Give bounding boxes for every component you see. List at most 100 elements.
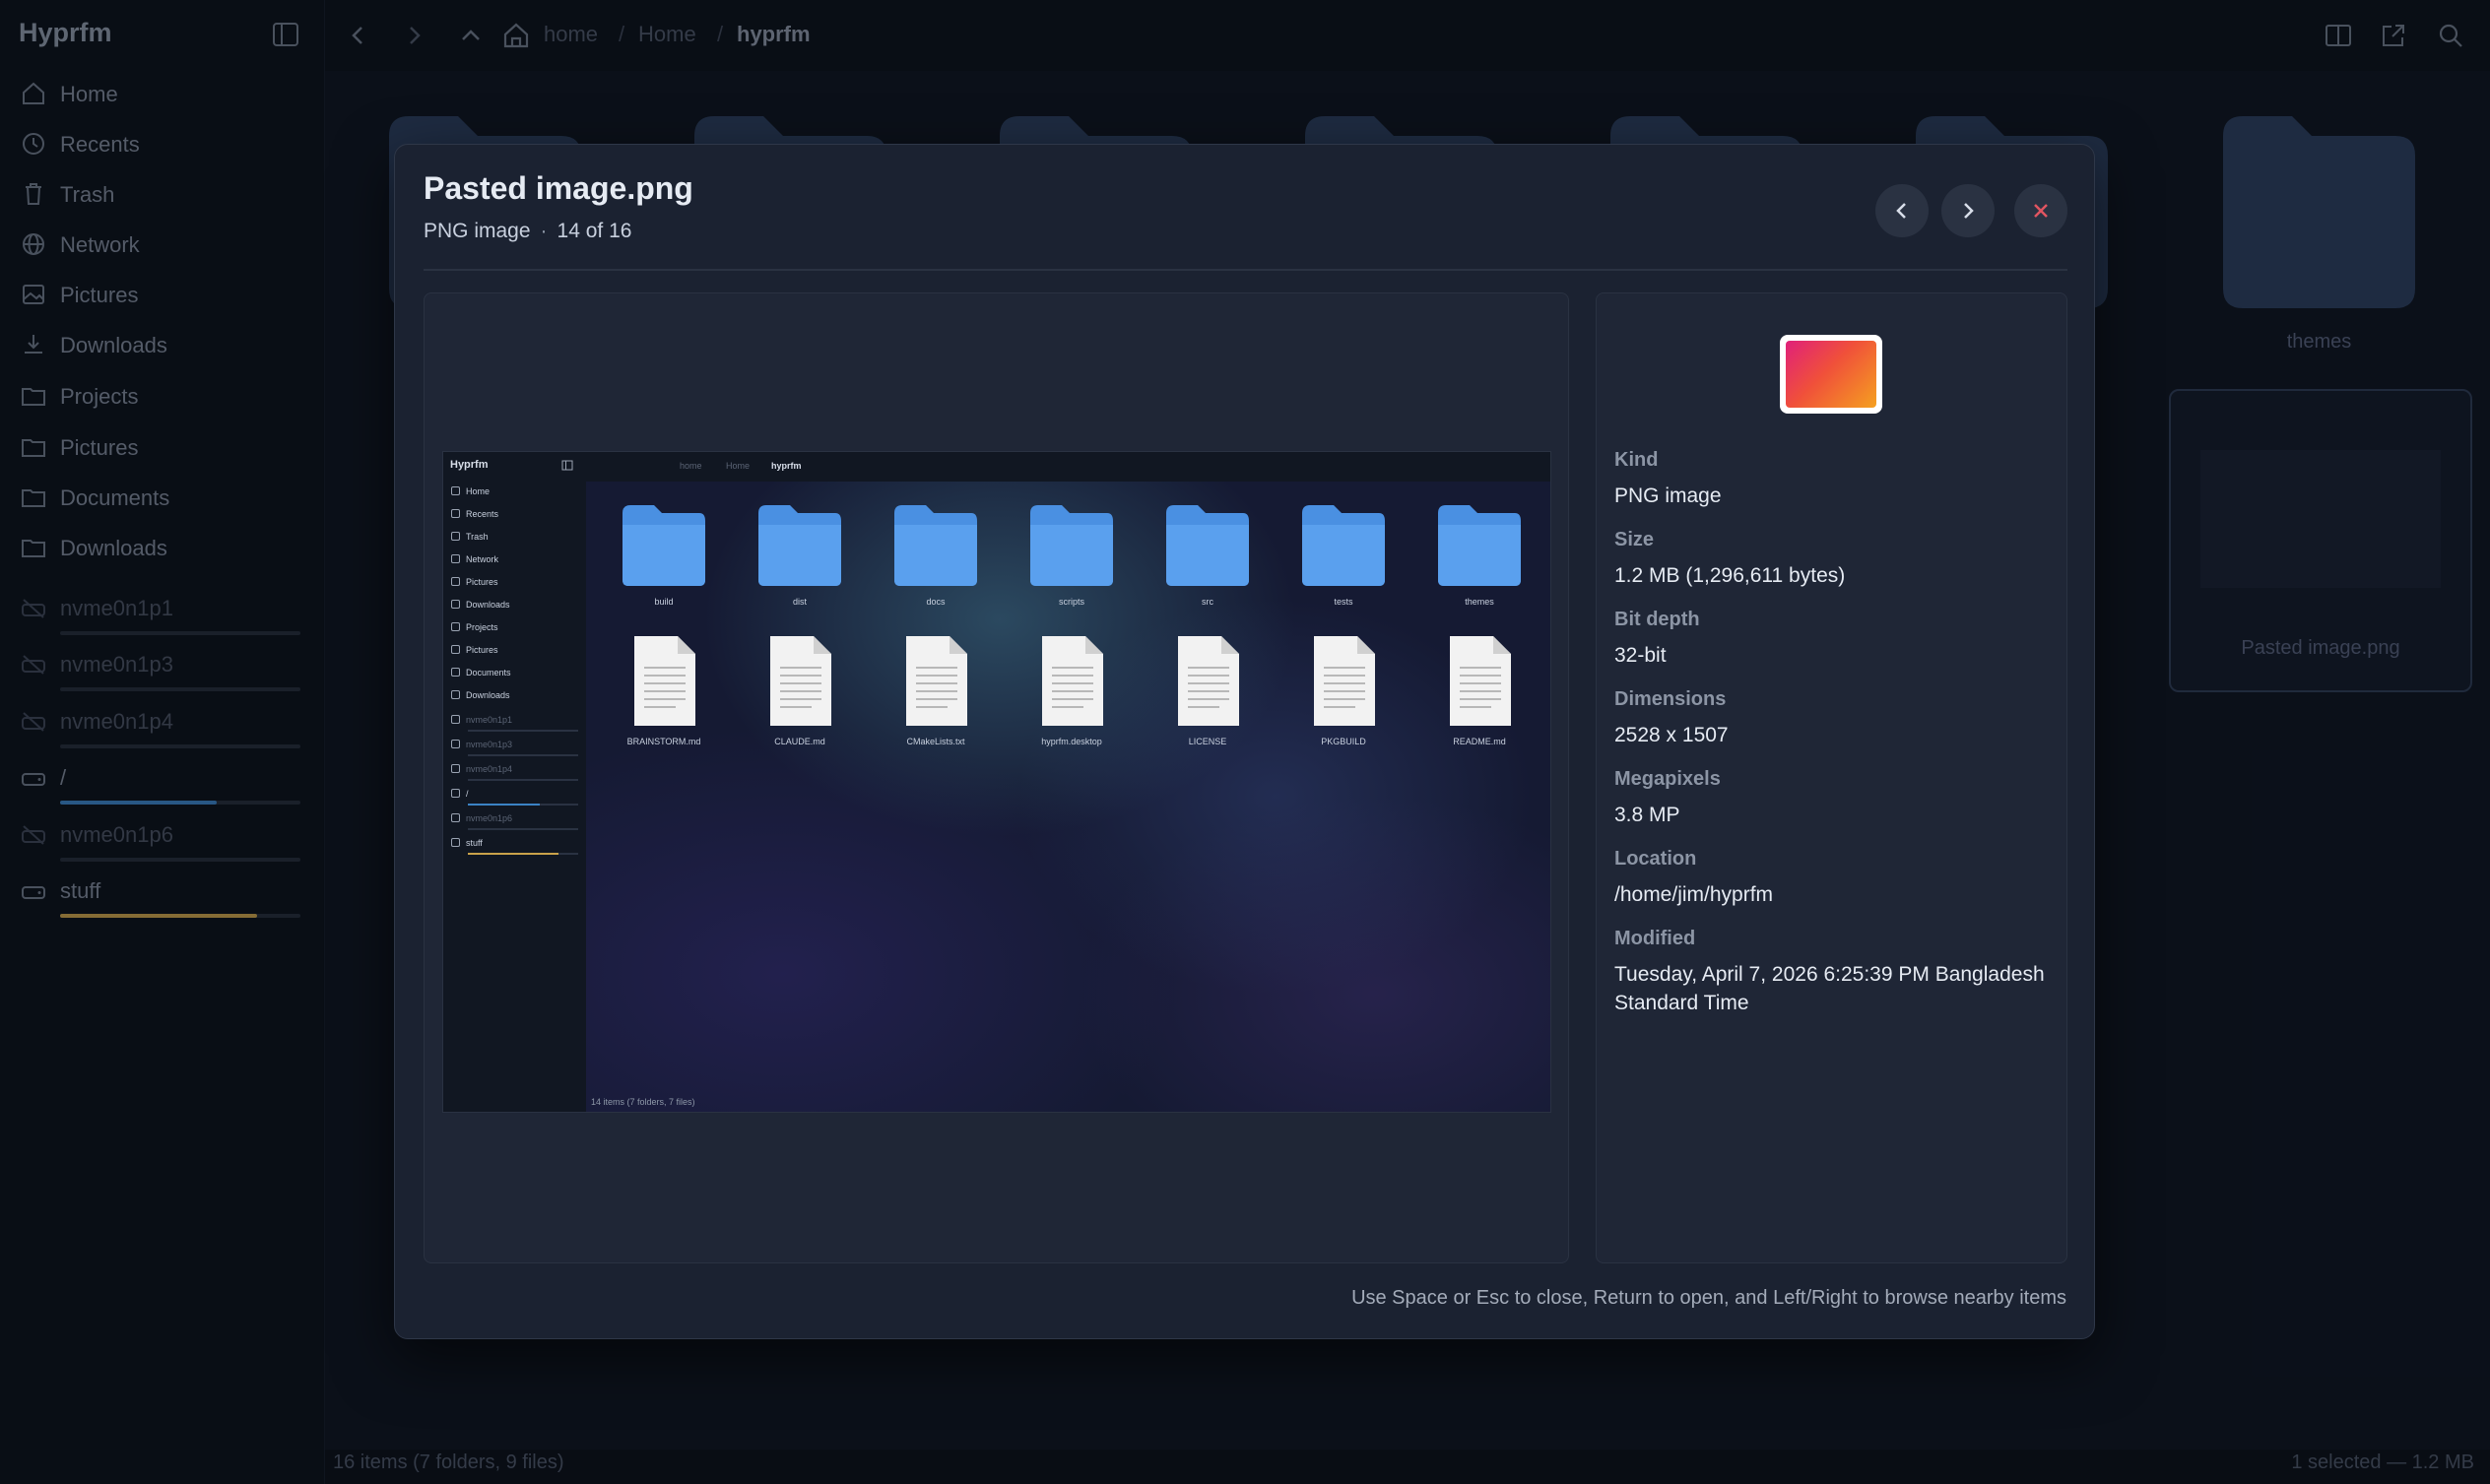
- thumb-folder-label: themes: [1465, 597, 1494, 607]
- thumb-file-item: CMakeLists.txt: [892, 634, 979, 746]
- file-type-icon: [1780, 335, 1882, 414]
- folder-icon: [622, 505, 705, 586]
- thumb-drive-bar: [468, 853, 578, 855]
- thumb-globe-icon: [451, 554, 460, 563]
- thumb-drive-label: stuff: [466, 838, 483, 848]
- folder-icon: [1438, 505, 1521, 586]
- preview-title: Pasted image.png: [424, 170, 693, 206]
- thumb-drive-bar: [468, 804, 578, 806]
- thumb-drive-item: nvme0n1p6: [451, 813, 512, 823]
- thumb-sidebar-item: Pictures: [451, 577, 498, 587]
- document-icon: [634, 636, 695, 726]
- thumb-drive-label: nvme0n1p4: [466, 764, 513, 774]
- thumb-folder-item: docs: [892, 501, 979, 607]
- detail-label: Size: [1614, 529, 1655, 550]
- thumb-file-item: PKGBUILD: [1300, 634, 1387, 746]
- thumb-breadcrumb-home: home: [680, 461, 702, 471]
- thumb-drive-label: /: [466, 789, 469, 799]
- thumb-clock-icon: [451, 509, 460, 518]
- thumb-sidebar-label: Downloads: [466, 600, 510, 610]
- thumb-trash-icon: [451, 532, 460, 541]
- thumb-drive-icon: [451, 715, 460, 724]
- detail-label: Location: [1614, 848, 1697, 870]
- thumb-folder-label: tests: [1334, 597, 1353, 607]
- thumb-file-item: CLAUDE.md: [756, 634, 843, 746]
- thumb-sidebar-label: Documents: [466, 668, 511, 677]
- folder-icon: [894, 505, 977, 586]
- thumb-download-icon: [451, 600, 460, 609]
- thumb-file-label: BRAINSTORM.md: [626, 737, 701, 746]
- thumb-drive-bar: [468, 754, 578, 756]
- thumb-drive-label: nvme0n1p1: [466, 715, 513, 725]
- detail-label: Megapixels: [1614, 768, 1721, 790]
- thumb-sidebar-toggle-icon: [561, 460, 573, 471]
- thumb-file-label: LICENSE: [1188, 737, 1227, 746]
- chevron-right-icon: [1964, 203, 1974, 219]
- thumb-folder-icon: [451, 645, 460, 654]
- thumb-file-label: PKGBUILD: [1321, 737, 1366, 746]
- thumb-drive-bar: [468, 779, 578, 781]
- thumb-drive-item: nvme0n1p4: [451, 764, 512, 774]
- thumb-home-icon: [451, 486, 460, 495]
- thumb-drive-icon: [451, 838, 460, 847]
- detail-value: Tuesday, April 7, 2026 6:25:39 PM Bangla…: [1614, 963, 2045, 1014]
- thumb-drive-item: stuff: [451, 838, 483, 848]
- folder-icon: [1302, 505, 1385, 586]
- thumb-file-item: hyprfm.desktop: [1028, 634, 1115, 746]
- thumb-file-label: README.md: [1453, 737, 1506, 746]
- thumb-drive-fill: [468, 804, 540, 806]
- document-icon: [1042, 636, 1103, 726]
- thumb-folder-label: scripts: [1058, 597, 1084, 607]
- chevron-left-icon: [1896, 203, 1906, 219]
- folder-icon: [1030, 505, 1113, 586]
- separator-dot: ·: [540, 220, 548, 242]
- thumb-folder-icon: [451, 622, 460, 631]
- thumb-sidebar-item: Downloads: [451, 600, 510, 610]
- thumb-folder-icon: [451, 668, 460, 677]
- thumb-sidebar-item: Home: [451, 486, 490, 496]
- thumb-sidebar-label: Pictures: [466, 645, 498, 655]
- quick-preview-dialog: Pasted image.png PNG image · 14 of 16 Hypr…: [394, 144, 2095, 1339]
- preview-image: Hyprfm Home Recents Trash Network Pictur…: [442, 451, 1551, 1113]
- thumb-folder-item: themes: [1436, 501, 1523, 607]
- thumb-breadcrumb-current: hyprfm: [771, 461, 802, 471]
- detail-value: PNG image: [1614, 484, 1722, 507]
- preview-kind: PNG image: [424, 220, 531, 242]
- thumb-image-icon: [451, 577, 460, 586]
- thumb-sidebar-item: Documents: [451, 668, 511, 677]
- detail-value: 32-bit: [1614, 644, 1667, 667]
- thumb-header: home Home hyprfm: [586, 452, 1550, 482]
- document-icon: [1314, 636, 1375, 726]
- document-icon: [770, 636, 831, 726]
- detail-value: 3.8 MP: [1614, 804, 1680, 826]
- thumb-drive-icon: [451, 764, 460, 773]
- thumb-drive-icon: [451, 789, 460, 798]
- thumb-folder-item: tests: [1300, 501, 1387, 607]
- detail-value: /home/jim/hyprfm: [1614, 883, 1774, 906]
- thumb-sidebar: Hyprfm Home Recents Trash Network Pictur…: [443, 452, 586, 1112]
- next-button[interactable]: [1941, 184, 1995, 237]
- document-icon: [1450, 636, 1511, 726]
- thumb-breadcrumb-Home: Home: [726, 461, 751, 471]
- divider: [424, 269, 2067, 271]
- thumb-folder-label: dist: [792, 597, 807, 607]
- thumb-drive-label: nvme0n1p3: [466, 740, 513, 749]
- thumb-file-item: BRAINSTORM.md: [621, 634, 707, 746]
- close-button[interactable]: [2014, 184, 2067, 237]
- thumb-folder-item: src: [1164, 501, 1251, 607]
- thumb-sidebar-label: Recents: [466, 509, 499, 519]
- keyboard-hint: Use Space or Esc to close, Return to ope…: [1351, 1287, 2066, 1309]
- thumb-sidebar-item: Pictures: [451, 645, 498, 655]
- thumb-sidebar-label: Projects: [466, 622, 498, 632]
- thumb-sidebar-item: Downloads: [451, 690, 510, 700]
- detail-label: Kind: [1614, 449, 1659, 471]
- detail-value: 2528 x 1507: [1614, 724, 1729, 746]
- document-icon: [1178, 636, 1239, 726]
- thumb-sidebar-item: Projects: [451, 622, 498, 632]
- thumb-folder-item: scripts: [1028, 501, 1115, 607]
- previous-button[interactable]: [1875, 184, 1929, 237]
- thumb-folder-item: dist: [756, 501, 843, 607]
- thumb-sidebar-item: Network: [451, 554, 498, 564]
- detail-label: Modified: [1614, 928, 1696, 949]
- thumb-folder-label: docs: [926, 597, 946, 607]
